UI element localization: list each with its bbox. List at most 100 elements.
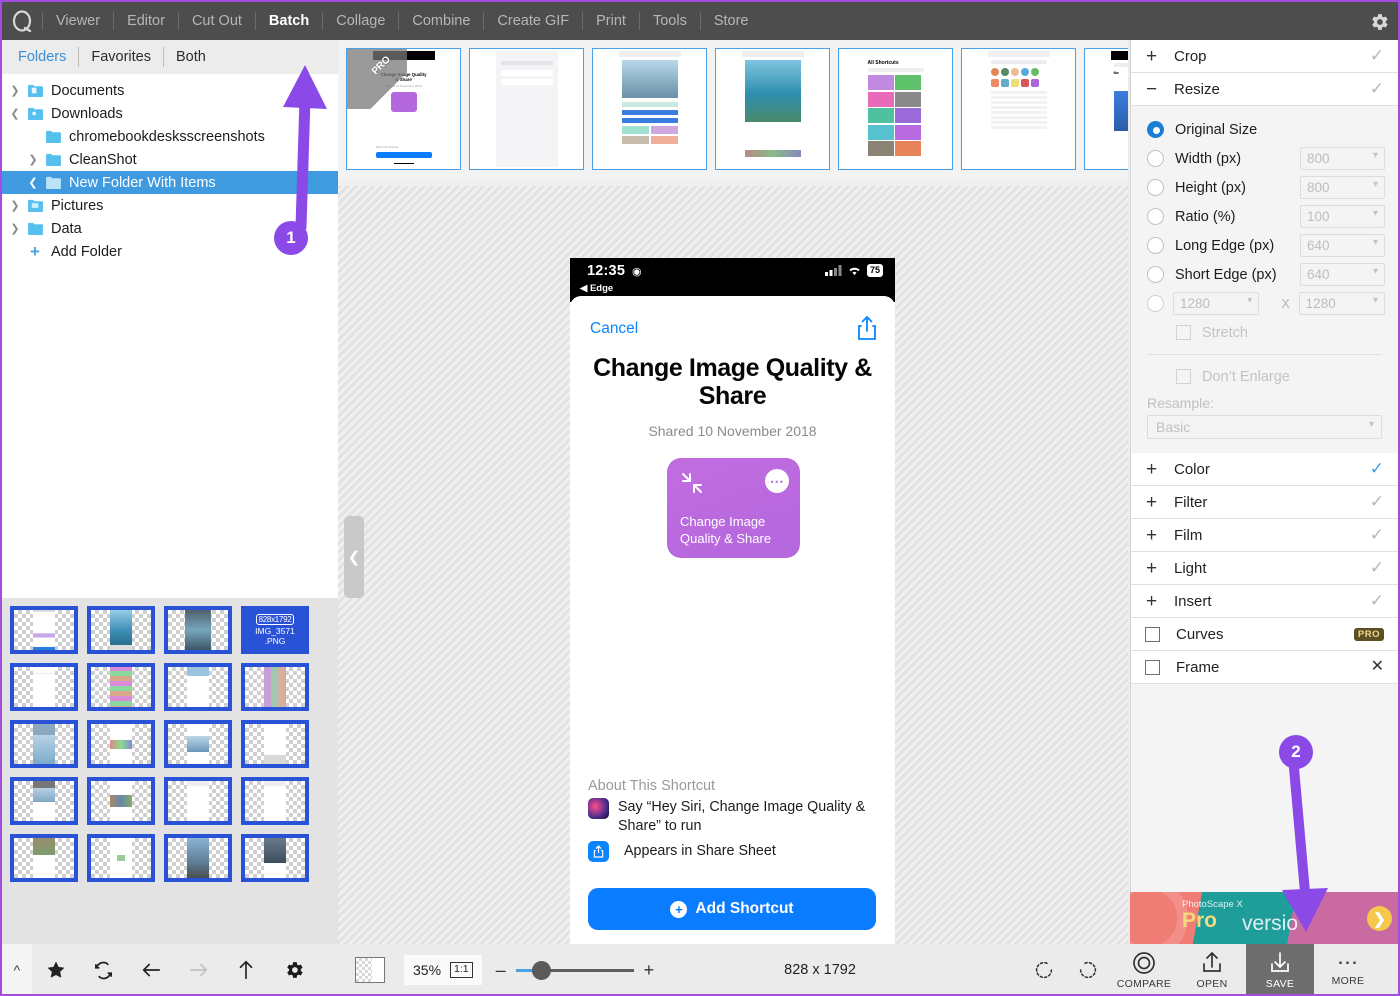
checkmark-icon[interactable]: ✓: [1370, 459, 1384, 479]
thumbnail-item[interactable]: [10, 663, 78, 711]
section-color[interactable]: + Color ✓: [1131, 453, 1398, 486]
tree-item-pictures[interactable]: ❯ Pictures: [2, 194, 338, 217]
resize-option-long-edge[interactable]: Long Edge (px) 640: [1131, 231, 1398, 260]
filmstrip[interactable]: c Change Image Quality & Share Shared 10 …: [338, 40, 1128, 180]
menu-item-print[interactable]: Print: [583, 2, 639, 40]
redo-rotate-icon[interactable]: [1066, 944, 1110, 994]
zoom-slider[interactable]: [515, 960, 634, 980]
section-resize[interactable]: − Resize ✓: [1131, 73, 1398, 106]
radio-button[interactable]: [1147, 208, 1164, 225]
panel-collapse-handle[interactable]: ❮: [344, 516, 364, 598]
short-edge-value-input[interactable]: 640: [1300, 263, 1385, 286]
menu-item-cut-out[interactable]: Cut Out: [179, 2, 255, 40]
add-shortcut-button[interactable]: + Add Shortcut: [588, 888, 876, 930]
back-arrow-icon[interactable]: [127, 944, 175, 994]
dont-enlarge-row[interactable]: Don’t Enlarge: [1131, 362, 1398, 391]
stretch-row[interactable]: Stretch: [1131, 318, 1398, 347]
menu-item-create-gif[interactable]: Create GIF: [484, 2, 582, 40]
forward-arrow-icon[interactable]: [175, 944, 223, 994]
menu-item-viewer[interactable]: Viewer: [43, 2, 113, 40]
tree-item-data[interactable]: ❯ Data: [2, 217, 338, 240]
thumbnail-item[interactable]: [87, 777, 155, 825]
tab-folders[interactable]: Folders: [6, 47, 80, 67]
thumbnail-item[interactable]: [10, 606, 78, 654]
menu-item-tools[interactable]: Tools: [640, 2, 700, 40]
gear-icon[interactable]: [1368, 11, 1390, 33]
open-button[interactable]: OPEN: [1178, 944, 1246, 994]
section-light[interactable]: + Light ✓: [1131, 552, 1398, 585]
thumbnail-item[interactable]: [164, 606, 232, 654]
more-button[interactable]: ⋯ MORE: [1314, 944, 1382, 994]
expand-plus-icon[interactable]: +: [1145, 526, 1158, 545]
up-arrow-icon[interactable]: [223, 944, 271, 994]
tree-item-chromebookdesksscreenshots[interactable]: chromebookdesksscreenshots: [2, 125, 338, 148]
thumbnail-item[interactable]: [164, 663, 232, 711]
refresh-icon[interactable]: [80, 944, 128, 994]
chevron-right-icon[interactable]: ❯: [6, 199, 24, 212]
zoom-slider-knob[interactable]: [531, 960, 551, 980]
expand-plus-icon[interactable]: +: [1145, 460, 1158, 479]
photoscape-logo-icon[interactable]: [2, 2, 42, 40]
resize-option-ratio[interactable]: Ratio (%) 100: [1131, 202, 1398, 231]
compare-button[interactable]: COMPARE: [1110, 944, 1178, 994]
menu-item-store[interactable]: Store: [701, 2, 762, 40]
resize-option-height[interactable]: Height (px) 800: [1131, 173, 1398, 202]
menu-item-editor[interactable]: Editor: [114, 2, 178, 40]
filmstrip-item[interactable]: All Shortcuts: [838, 48, 953, 170]
expand-plus-icon[interactable]: +: [1145, 559, 1158, 578]
tree-item-documents[interactable]: ❯ Documents: [2, 79, 338, 102]
thumbnail-item[interactable]: [241, 834, 309, 882]
chevron-down-icon[interactable]: ❮: [6, 107, 24, 120]
tree-item-downloads[interactable]: ❮ Downloads: [2, 102, 338, 125]
section-insert[interactable]: + Insert ✓: [1131, 585, 1398, 618]
filmstrip-item[interactable]: [592, 48, 707, 170]
thumbnail-item[interactable]: [87, 663, 155, 711]
menu-item-combine[interactable]: Combine: [399, 2, 483, 40]
thumbnail-item[interactable]: [87, 834, 155, 882]
height-value-input[interactable]: 800: [1300, 176, 1385, 199]
checkmark-icon[interactable]: ✓: [1370, 46, 1384, 66]
radio-button[interactable]: [1147, 295, 1164, 312]
resize-option-width[interactable]: Width (px) 800: [1131, 144, 1398, 173]
thumbnail-item[interactable]: [164, 834, 232, 882]
save-button[interactable]: SAVE: [1246, 944, 1314, 994]
filmstrip-item[interactable]: [961, 48, 1076, 170]
thumbnail-item[interactable]: [164, 777, 232, 825]
checkmark-icon[interactable]: ✓: [1370, 558, 1384, 578]
resize-option-original-size[interactable]: Original Size: [1131, 115, 1398, 144]
menu-item-batch[interactable]: Batch: [256, 2, 322, 40]
radio-button[interactable]: [1147, 150, 1164, 167]
section-film[interactable]: + Film ✓: [1131, 519, 1398, 552]
collapse-minus-icon[interactable]: −: [1145, 80, 1158, 99]
curves-checkbox[interactable]: [1145, 626, 1160, 642]
thumbnail-item[interactable]: [241, 777, 309, 825]
minus-icon[interactable]: –: [496, 961, 506, 979]
resample-select[interactable]: Basic: [1147, 415, 1382, 439]
tab-both[interactable]: Both: [164, 47, 218, 67]
radio-button[interactable]: [1147, 266, 1164, 283]
transparency-checker-icon[interactable]: [355, 957, 385, 983]
tree-item-add-folder[interactable]: + Add Folder: [2, 240, 338, 263]
checkmark-icon[interactable]: ✓: [1370, 525, 1384, 545]
zoom-reset-button[interactable]: 1:1: [450, 962, 473, 978]
section-crop[interactable]: + Crop ✓: [1131, 40, 1398, 73]
section-filter[interactable]: + Filter ✓: [1131, 486, 1398, 519]
expand-plus-icon[interactable]: +: [1145, 47, 1158, 66]
filmstrip-item[interactable]: Na: [1084, 48, 1128, 170]
custom-width-input[interactable]: 1280: [1173, 292, 1260, 315]
thumbnail-item[interactable]: [10, 777, 78, 825]
thumbnail-item[interactable]: [164, 720, 232, 768]
plus-icon[interactable]: +: [644, 961, 655, 979]
radio-button[interactable]: [1147, 121, 1164, 138]
shortcut-card[interactable]: ⋯ Change Image Quality & Share: [667, 458, 800, 558]
filmstrip-item[interactable]: [469, 48, 584, 170]
resize-option-custom[interactable]: 1280 X 1280: [1131, 289, 1398, 318]
stretch-checkbox[interactable]: [1176, 325, 1191, 340]
share-up-arrow-icon[interactable]: [856, 315, 878, 346]
checkmark-icon[interactable]: ✓: [1370, 79, 1384, 99]
close-icon[interactable]: ✕: [1371, 659, 1384, 675]
thumbnail-item[interactable]: [241, 663, 309, 711]
frame-checkbox[interactable]: [1145, 659, 1160, 675]
menu-item-collage[interactable]: Collage: [323, 2, 398, 40]
chevron-right-icon[interactable]: ❯: [1367, 906, 1392, 931]
